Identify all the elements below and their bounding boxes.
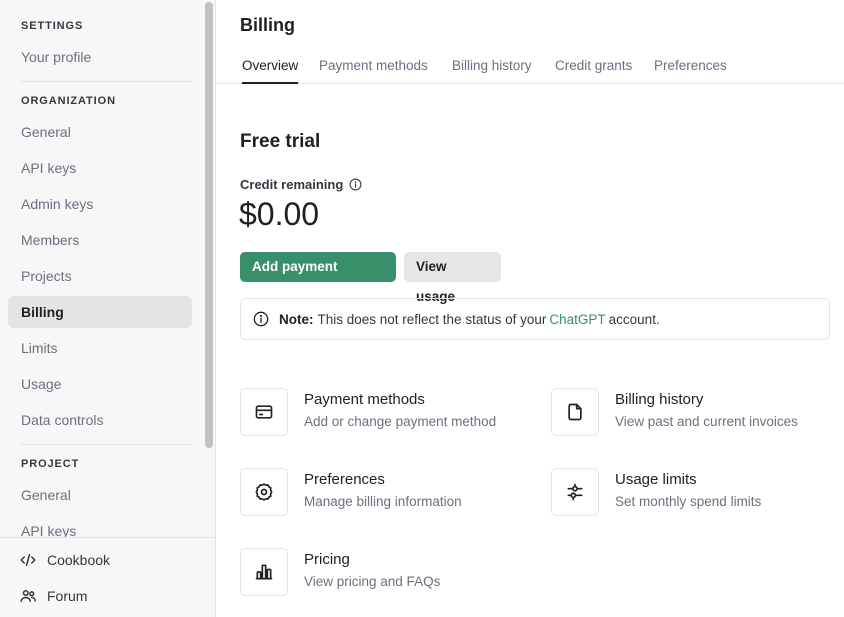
tab-bar: Overview Payment methods Billing history…	[216, 48, 844, 84]
sidebar: SETTINGS Your profile ORGANIZATION Gener…	[0, 0, 216, 617]
cookbook-label: Cookbook	[47, 552, 111, 568]
sidebar-item-members[interactable]: Members	[8, 224, 192, 256]
sidebar-item-your-profile[interactable]: Your profile	[8, 41, 192, 73]
credit-remaining-label: Credit remaining	[240, 177, 362, 192]
sidebar-item-data-controls[interactable]: Data controls	[8, 404, 192, 436]
note-banner: Note: This does not reflect the status o…	[240, 298, 830, 340]
sliders-icon	[567, 483, 583, 501]
billing-history-card[interactable]: Billing history View past and current in…	[551, 388, 831, 436]
people-icon	[20, 590, 36, 602]
credit-label-text: Credit remaining	[240, 177, 344, 192]
add-payment-details-button[interactable]: Add payment details	[240, 252, 396, 304]
forum-label: Forum	[47, 588, 88, 604]
tab-credit-grants[interactable]: Credit grants	[555, 58, 632, 82]
card-title: Pricing	[304, 551, 350, 568]
card-description: Set monthly spend limits	[615, 494, 762, 509]
info-icon	[253, 311, 269, 327]
sidebar-nav: SETTINGS Your profile ORGANIZATION Gener…	[0, 0, 203, 537]
note-label: Note:	[279, 311, 314, 327]
credit-card-icon	[255, 405, 273, 419]
chatgpt-link[interactable]: ChatGPT	[549, 312, 605, 327]
cookbook-link[interactable]: Cookbook	[19, 548, 110, 572]
code-icon	[20, 554, 36, 566]
sidebar-item-project-general[interactable]: General	[8, 479, 192, 511]
note-text: This does not reflect the status of your	[317, 311, 547, 327]
pricing-card[interactable]: Pricing View pricing and FAQs	[240, 548, 520, 596]
bar-chart-icon	[255, 564, 273, 580]
info-icon[interactable]	[349, 178, 362, 191]
card-title: Usage limits	[615, 471, 697, 488]
credit-remaining-value: $0.00	[239, 196, 320, 232]
settings-section-title: SETTINGS	[21, 20, 84, 32]
card-icon-box	[240, 388, 288, 436]
sidebar-item-billing[interactable]: Billing	[8, 296, 192, 328]
card-icon-box	[240, 468, 288, 516]
card-title: Payment methods	[304, 391, 425, 408]
sidebar-footer: Cookbook Forum	[0, 537, 215, 617]
document-icon	[568, 403, 582, 421]
page-title: Billing	[240, 15, 295, 35]
sidebar-item-project-api-keys[interactable]: API keys	[8, 515, 192, 537]
sidebar-item-limits[interactable]: Limits	[8, 332, 192, 364]
sidebar-item-usage[interactable]: Usage	[8, 368, 192, 400]
card-description: View pricing and FAQs	[304, 574, 441, 589]
sidebar-item-general[interactable]: General	[8, 116, 192, 148]
organization-section-title: ORGANIZATION	[21, 95, 116, 107]
card-description: Manage billing information	[304, 494, 462, 509]
forum-link[interactable]: Forum	[19, 584, 87, 608]
card-icon-box	[551, 388, 599, 436]
plan-title: Free trial	[240, 131, 321, 152]
card-icon-box	[551, 468, 599, 516]
sidebar-divider	[21, 444, 192, 445]
card-title: Billing history	[615, 391, 704, 408]
tab-preferences[interactable]: Preferences	[654, 58, 727, 82]
main-content: Billing Overview Payment methods Billing…	[216, 0, 844, 617]
preferences-card[interactable]: Preferences Manage billing information	[240, 468, 520, 516]
card-title: Preferences	[304, 471, 385, 488]
sidebar-item-projects[interactable]: Projects	[8, 260, 192, 292]
project-section-title: PROJECT	[21, 458, 80, 470]
tab-overview[interactable]: Overview	[242, 58, 299, 84]
note-text-end: account.	[608, 311, 660, 327]
sidebar-item-admin-keys[interactable]: Admin keys	[8, 188, 192, 220]
sidebar-scrollbar[interactable]	[205, 2, 213, 448]
gear-icon	[255, 483, 273, 501]
sidebar-item-api-keys[interactable]: API keys	[8, 152, 192, 184]
usage-limits-card[interactable]: Usage limits Set monthly spend limits	[551, 468, 831, 516]
card-description: View past and current invoices	[615, 414, 798, 429]
sidebar-divider	[21, 81, 192, 82]
view-usage-button[interactable]: View usage	[404, 252, 501, 304]
payment-methods-card[interactable]: Payment methods Add or change payment me…	[240, 388, 520, 436]
card-icon-box	[240, 548, 288, 596]
tab-billing-history[interactable]: Billing history	[452, 58, 532, 82]
tab-payment-methods[interactable]: Payment methods	[319, 58, 428, 82]
card-description: Add or change payment method	[304, 414, 497, 429]
